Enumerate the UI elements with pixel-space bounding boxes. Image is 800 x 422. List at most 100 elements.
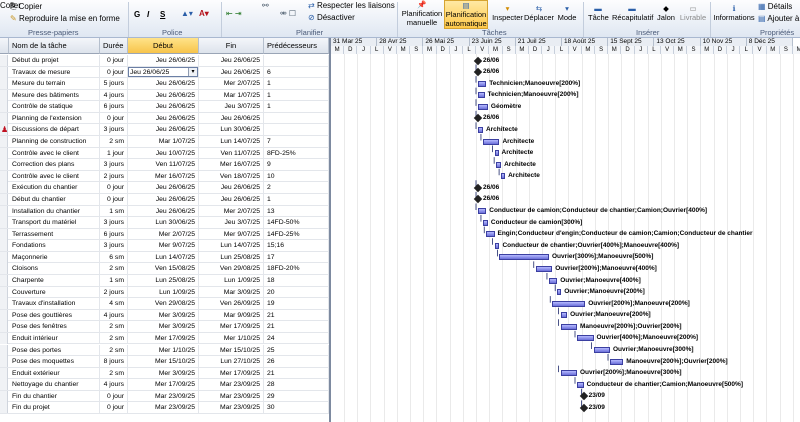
duration-cell[interactable]: 0 jour: [100, 193, 128, 205]
column-header-duration[interactable]: Durée: [100, 38, 128, 54]
task-name-cell[interactable]: Couverture: [9, 286, 100, 298]
finish-cell[interactable]: Mer 17/09/25: [199, 367, 264, 379]
task-bar[interactable]: [499, 254, 549, 261]
task-row[interactable]: Planning de l'extension 0 jour Jeu 26/06/2…: [0, 112, 329, 125]
italic-button[interactable]: I: [147, 10, 149, 19]
task-name-cell[interactable]: Installation du chantier: [9, 205, 100, 217]
finish-cell[interactable]: Mer 17/09/25: [199, 321, 264, 333]
task-name-cell[interactable]: Début du projet: [9, 55, 100, 66]
duration-cell[interactable]: 0 jour: [100, 390, 128, 402]
finish-cell[interactable]: Jeu 26/06/25: [199, 55, 264, 66]
task-bar[interactable]: [557, 289, 562, 296]
task-bar[interactable]: [482, 138, 500, 145]
predecessors-cell[interactable]: 30: [264, 402, 329, 414]
predecessors-cell[interactable]: 13: [264, 205, 329, 217]
deliverable-button[interactable]: ▭ Livrable: [679, 4, 707, 22]
predecessors-cell[interactable]: [264, 112, 329, 124]
duration-cell[interactable]: 6 jours: [100, 228, 128, 240]
duration-cell[interactable]: 3 jours: [100, 240, 128, 252]
task-row[interactable]: Contrôle de statique 6 jours Jeu 26/06/25 J…: [0, 101, 329, 113]
start-cell[interactable]: Mer 1/10/25: [128, 344, 199, 356]
task-bar[interactable]: [478, 208, 487, 215]
finish-cell[interactable]: Mer 9/07/25: [199, 228, 264, 240]
unlink-icon[interactable]: ⚮ ☐: [280, 9, 296, 18]
task-bar[interactable]: [486, 231, 495, 238]
finish-cell[interactable]: Lun 14/07/25: [199, 136, 264, 148]
column-header-name[interactable]: Nom de la tâche: [9, 38, 100, 54]
task-row[interactable]: Cloisons 2 sm Ven 15/08/25 Ven 29/08/25 18FD…: [0, 263, 329, 276]
predecessors-cell[interactable]: 1: [264, 101, 329, 113]
start-cell[interactable]: Mer 15/10/25: [128, 356, 199, 368]
predecessors-cell[interactable]: 26: [264, 356, 329, 368]
finish-cell[interactable]: Mer 2/07/25: [199, 78, 264, 90]
start-cell[interactable]: Jeu 26/06/25: [128, 112, 199, 124]
duration-cell[interactable]: 4 jours: [100, 89, 128, 101]
duration-cell[interactable]: 4 sm: [100, 298, 128, 310]
task-row[interactable]: Installation du chantier 1 sm Jeu 26/06/25…: [0, 205, 329, 218]
task-row[interactable]: Pose des fenêtres 2 sm Mer 3/09/25 Mer 17/0…: [0, 321, 329, 333]
task-row[interactable]: Pose des portes 2 sm Mer 1/10/25 Mer 15/10/…: [0, 344, 329, 357]
task-name-cell[interactable]: Pose des fenêtres: [9, 321, 100, 333]
start-cell[interactable]: Mer 3/09/25: [128, 309, 199, 321]
task-bar[interactable]: [593, 347, 610, 353]
task-row[interactable]: Fin du chantier 0 jour Mar 23/09/25 Mar 23/…: [0, 390, 329, 403]
predecessors-cell[interactable]: 1: [264, 89, 329, 101]
duration-cell[interactable]: 4 jours: [100, 309, 128, 321]
task-bar[interactable]: [577, 381, 584, 388]
finish-cell[interactable]: Jeu 26/06/25: [199, 182, 264, 194]
predecessors-cell[interactable]: 19: [264, 298, 329, 310]
inspect-button[interactable]: ▾ Inspecter: [491, 4, 524, 22]
start-cell[interactable]: Mer 9/07/25: [128, 240, 199, 252]
start-cell[interactable]: Lun 25/08/25: [128, 275, 199, 287]
start-cell[interactable]: Jeu 10/07/25: [128, 147, 199, 159]
predecessors-cell[interactable]: 2: [264, 182, 329, 194]
finish-cell[interactable]: Lun 27/10/25: [199, 356, 264, 368]
start-cell[interactable]: Jeu 26/06/25: [128, 124, 199, 136]
duration-cell[interactable]: 0 jour: [100, 402, 128, 414]
predecessors-cell[interactable]: 21: [264, 321, 329, 333]
start-cell[interactable]: Jeu 26/06/25: [128, 205, 199, 217]
task-name-cell[interactable]: Exécution du chantier: [9, 182, 100, 194]
column-header-predecessors[interactable]: Prédécesseurs: [264, 38, 329, 54]
task-bar[interactable]: [560, 323, 577, 330]
task-row[interactable]: Enduit extérieur 2 sm Mer 3/09/25 Mer 17/09…: [0, 367, 329, 380]
duration-cell[interactable]: 6 sm: [100, 251, 128, 263]
duration-cell[interactable]: 3 jours: [100, 217, 128, 229]
task-name-cell[interactable]: Pose des portes: [9, 344, 100, 356]
task-row[interactable]: Contrôle avec le client 2 jours Mer 16/07/…: [0, 170, 329, 183]
task-name-cell[interactable]: Charpente: [9, 275, 100, 287]
task-name-cell[interactable]: Travaux d'installation: [9, 298, 100, 310]
font-color-icon[interactable]: A▾: [199, 9, 209, 18]
column-header-finish[interactable]: Fin: [199, 38, 264, 54]
task-name-cell[interactable]: Cloisons: [9, 263, 100, 275]
duration-cell[interactable]: 5 jours: [100, 78, 128, 90]
task-row[interactable]: Planning de construction 2 sm Mar 1/07/25 L…: [0, 136, 329, 148]
task-name-cell[interactable]: Terrassement: [9, 228, 100, 240]
task-name-cell[interactable]: Mesure du terrain: [9, 78, 100, 90]
milestone-button[interactable]: ◆ Jalon: [655, 4, 677, 22]
start-cell[interactable]: Lun 14/07/25: [128, 251, 199, 263]
start-cell[interactable]: Jeu 26/06/25: [128, 89, 199, 101]
predecessors-cell[interactable]: 1: [264, 78, 329, 90]
predecessors-cell[interactable]: 20: [264, 286, 329, 298]
finish-cell[interactable]: Mar 23/09/25: [199, 379, 264, 391]
finish-cell[interactable]: Mer 15/10/25: [199, 344, 264, 356]
start-cell[interactable]: Jeu 26/06/25: [128, 182, 199, 194]
finish-cell[interactable]: Mar 23/09/25: [199, 402, 264, 414]
task-bar[interactable]: [560, 312, 568, 319]
format-painter-button[interactable]: ✎ Reproduire la mise en forme: [10, 14, 120, 23]
insert-task-button[interactable]: ▬ Tâche: [588, 4, 609, 22]
predecessors-cell[interactable]: 28: [264, 379, 329, 391]
finish-cell[interactable]: Ven 29/08/25: [199, 263, 264, 275]
task-name-cell[interactable]: Mesure des bâtiments: [9, 89, 100, 101]
duration-cell[interactable]: 2 sm: [100, 332, 128, 344]
duration-cell[interactable]: 2 sm: [100, 367, 128, 379]
duration-cell[interactable]: 3 jours: [100, 124, 128, 136]
duration-cell[interactable]: 1 sm: [100, 275, 128, 287]
duration-cell[interactable]: 1 sm: [100, 205, 128, 217]
task-name-cell[interactable]: Nettoyage du chantier: [9, 379, 100, 391]
outdent-icon[interactable]: ⇤ ⇥: [226, 9, 242, 18]
task-name-cell[interactable]: Contrôle de statique: [9, 101, 100, 113]
predecessors-cell[interactable]: 14FD-50%: [264, 217, 329, 229]
task-row[interactable]: Couverture 2 jours Lun 1/09/25 Mar 3/09/25 2…: [0, 286, 329, 299]
